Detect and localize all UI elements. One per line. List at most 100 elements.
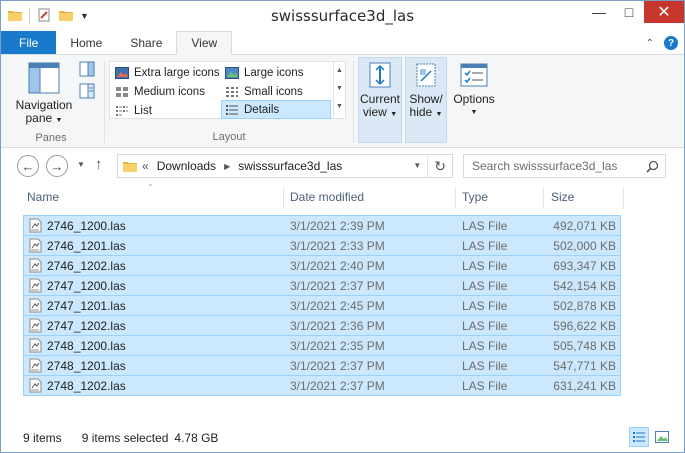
layout-gallery: Extra large icons Large icons Medium ico… [109,61,346,119]
layout-details[interactable]: Details [221,100,331,119]
table-row[interactable]: 2748_1201.las 3/1/2021 2:37 PM LAS File … [23,355,621,376]
show-hide-button[interactable]: Show/ hide ▼ [405,61,447,121]
chevron-down-icon: ▼ [55,117,63,124]
table-row[interactable]: 2747_1201.las 3/1/2021 2:45 PM LAS File … [23,295,621,316]
scroll-up-icon[interactable]: ▲ [334,62,345,80]
details-pane-icon[interactable] [79,83,95,102]
tab-home[interactable]: Home [56,31,116,54]
tab-share[interactable]: Share [116,31,176,54]
view-switcher [629,427,672,447]
selected-count: 9 items selected [81,431,169,445]
column-divider[interactable] [543,187,544,209]
column-divider[interactable] [283,187,284,209]
file-date-modified: 3/1/2021 2:37 PM [290,279,385,293]
scroll-down-icon[interactable]: ▼ [334,80,345,98]
table-row[interactable]: 2746_1201.las 3/1/2021 2:33 PM LAS File … [23,235,621,256]
arrow-up-icon: ↑ [95,156,103,173]
recent-locations-icon[interactable]: ▼ [77,160,85,169]
address-dropdown-icon[interactable]: ▼ [407,155,429,177]
large-icons-view-button[interactable] [652,427,672,447]
column-divider[interactable] [623,187,624,209]
preview-pane-icon[interactable] [79,61,95,80]
column-header-date-modified[interactable]: Date modified [290,190,364,204]
medium-icons-icon [116,86,128,97]
layout-list[interactable]: List [112,101,224,120]
details-view-icon [633,432,645,442]
up-button[interactable]: ↑ [95,156,103,173]
layout-item-label: Large icons [244,66,304,79]
file-size: 547,771 KB [553,359,616,373]
details-view-button[interactable] [629,427,649,447]
current-view-label-2: view [362,105,387,119]
column-header-name[interactable]: Name [27,190,59,204]
breadcrumb-current-folder[interactable]: swisssurface3d_las [238,159,342,173]
layout-small-icons[interactable]: Small icons [222,82,332,101]
minimize-button[interactable]: — [584,1,614,23]
explorer-window: ▼ swisssurface3d_las — □ ✕ File Home Sha… [0,0,685,453]
file-date-modified: 3/1/2021 2:37 PM [290,359,385,373]
close-button[interactable]: ✕ [644,1,684,23]
status-bar: 9 items 9 items selected 4.78 GB [1,424,684,452]
table-row[interactable]: 2746_1202.las 3/1/2021 2:40 PM LAS File … [23,255,621,276]
window-controls: — □ ✕ [584,1,684,23]
table-row[interactable]: 2747_1202.las 3/1/2021 2:36 PM LAS File … [23,315,621,336]
column-header-size[interactable]: Size [551,190,574,204]
ribbon-separator [353,61,354,143]
table-row[interactable]: 2748_1200.las 3/1/2021 2:35 PM LAS File … [23,335,621,356]
refresh-icon[interactable]: ↻ [428,158,452,175]
large-icons-view-icon [655,431,669,443]
file-name: 2746_1200.las [47,219,126,233]
forward-button[interactable]: → [46,155,68,177]
layout-extra-large-icons[interactable]: Extra large icons [112,63,224,82]
maximize-button[interactable]: □ [614,1,644,23]
file-date-modified: 3/1/2021 2:37 PM [290,379,385,393]
current-view-button[interactable]: Current view ▼ [358,61,402,121]
table-row[interactable]: 2746_1200.las 3/1/2021 2:39 PM LAS File … [23,215,621,236]
ribbon-tabs: File Home Share View ⌃ ? [1,31,684,55]
table-row[interactable]: 2748_1202.las 3/1/2021 2:37 PM LAS File … [23,375,621,396]
tab-file[interactable]: File [1,31,57,54]
layout-large-icons[interactable]: Large icons [222,63,332,82]
chevron-down-icon: ▼ [470,109,478,116]
extra-large-icons-icon [115,66,129,79]
layout-group-label: Layout [212,131,246,143]
file-date-modified: 3/1/2021 2:45 PM [290,299,385,313]
search-input[interactable]: Search swisssurface3d_las [463,154,666,178]
breadcrumb-downloads[interactable]: Downloads [157,159,216,173]
file-name: 2746_1202.las [47,259,126,273]
layout-item-label: Extra large icons [134,66,220,79]
panes-group-label: Panes [35,132,67,144]
file-type: LAS File [462,339,508,353]
show-hide-icon [416,63,436,87]
gallery-expand-icon[interactable]: ▼ [334,98,345,116]
file-date-modified: 3/1/2021 2:35 PM [290,339,385,353]
file-type: LAS File [462,239,508,253]
layout-gallery-scroll[interactable]: ▲ ▼ ▼ [333,62,345,118]
details-icon [226,104,238,115]
current-view-icon [369,62,391,88]
breadcrumb-overflow[interactable]: « [142,159,149,173]
table-row[interactable]: 2747_1200.las 3/1/2021 2:37 PM LAS File … [23,275,621,296]
file-name: 2747_1200.las [47,279,126,293]
title-bar: ▼ swisssurface3d_las — □ ✕ [1,1,684,31]
column-header-type[interactable]: Type [462,190,488,204]
tab-view[interactable]: View [176,31,233,55]
chevron-right-icon[interactable]: ▶ [224,162,230,171]
file-date-modified: 3/1/2021 2:40 PM [290,259,385,273]
show-hide-label-2: hide [409,105,433,119]
chevron-up-icon[interactable]: ⌃ [646,38,654,49]
help-icon[interactable]: ? [664,36,678,50]
search-icon[interactable] [646,160,659,173]
chevron-down-icon: ▼ [435,111,443,118]
las-file-icon [28,238,43,253]
address-bar[interactable]: « Downloads ▶ swisssurface3d_las ▼ ↻ [117,154,453,178]
navigation-pane-button[interactable]: Navigation pane ▼ [9,61,79,127]
options-button[interactable]: Options ▼ [451,61,497,119]
back-button[interactable]: ← [17,155,39,177]
chevron-down-icon: ▼ [390,111,398,118]
layout-medium-icons[interactable]: Medium icons [112,82,224,101]
layout-item-label: Medium icons [134,85,205,98]
las-file-icon [28,258,43,273]
column-divider[interactable] [455,187,456,209]
arrow-left-icon: ← [21,158,35,174]
